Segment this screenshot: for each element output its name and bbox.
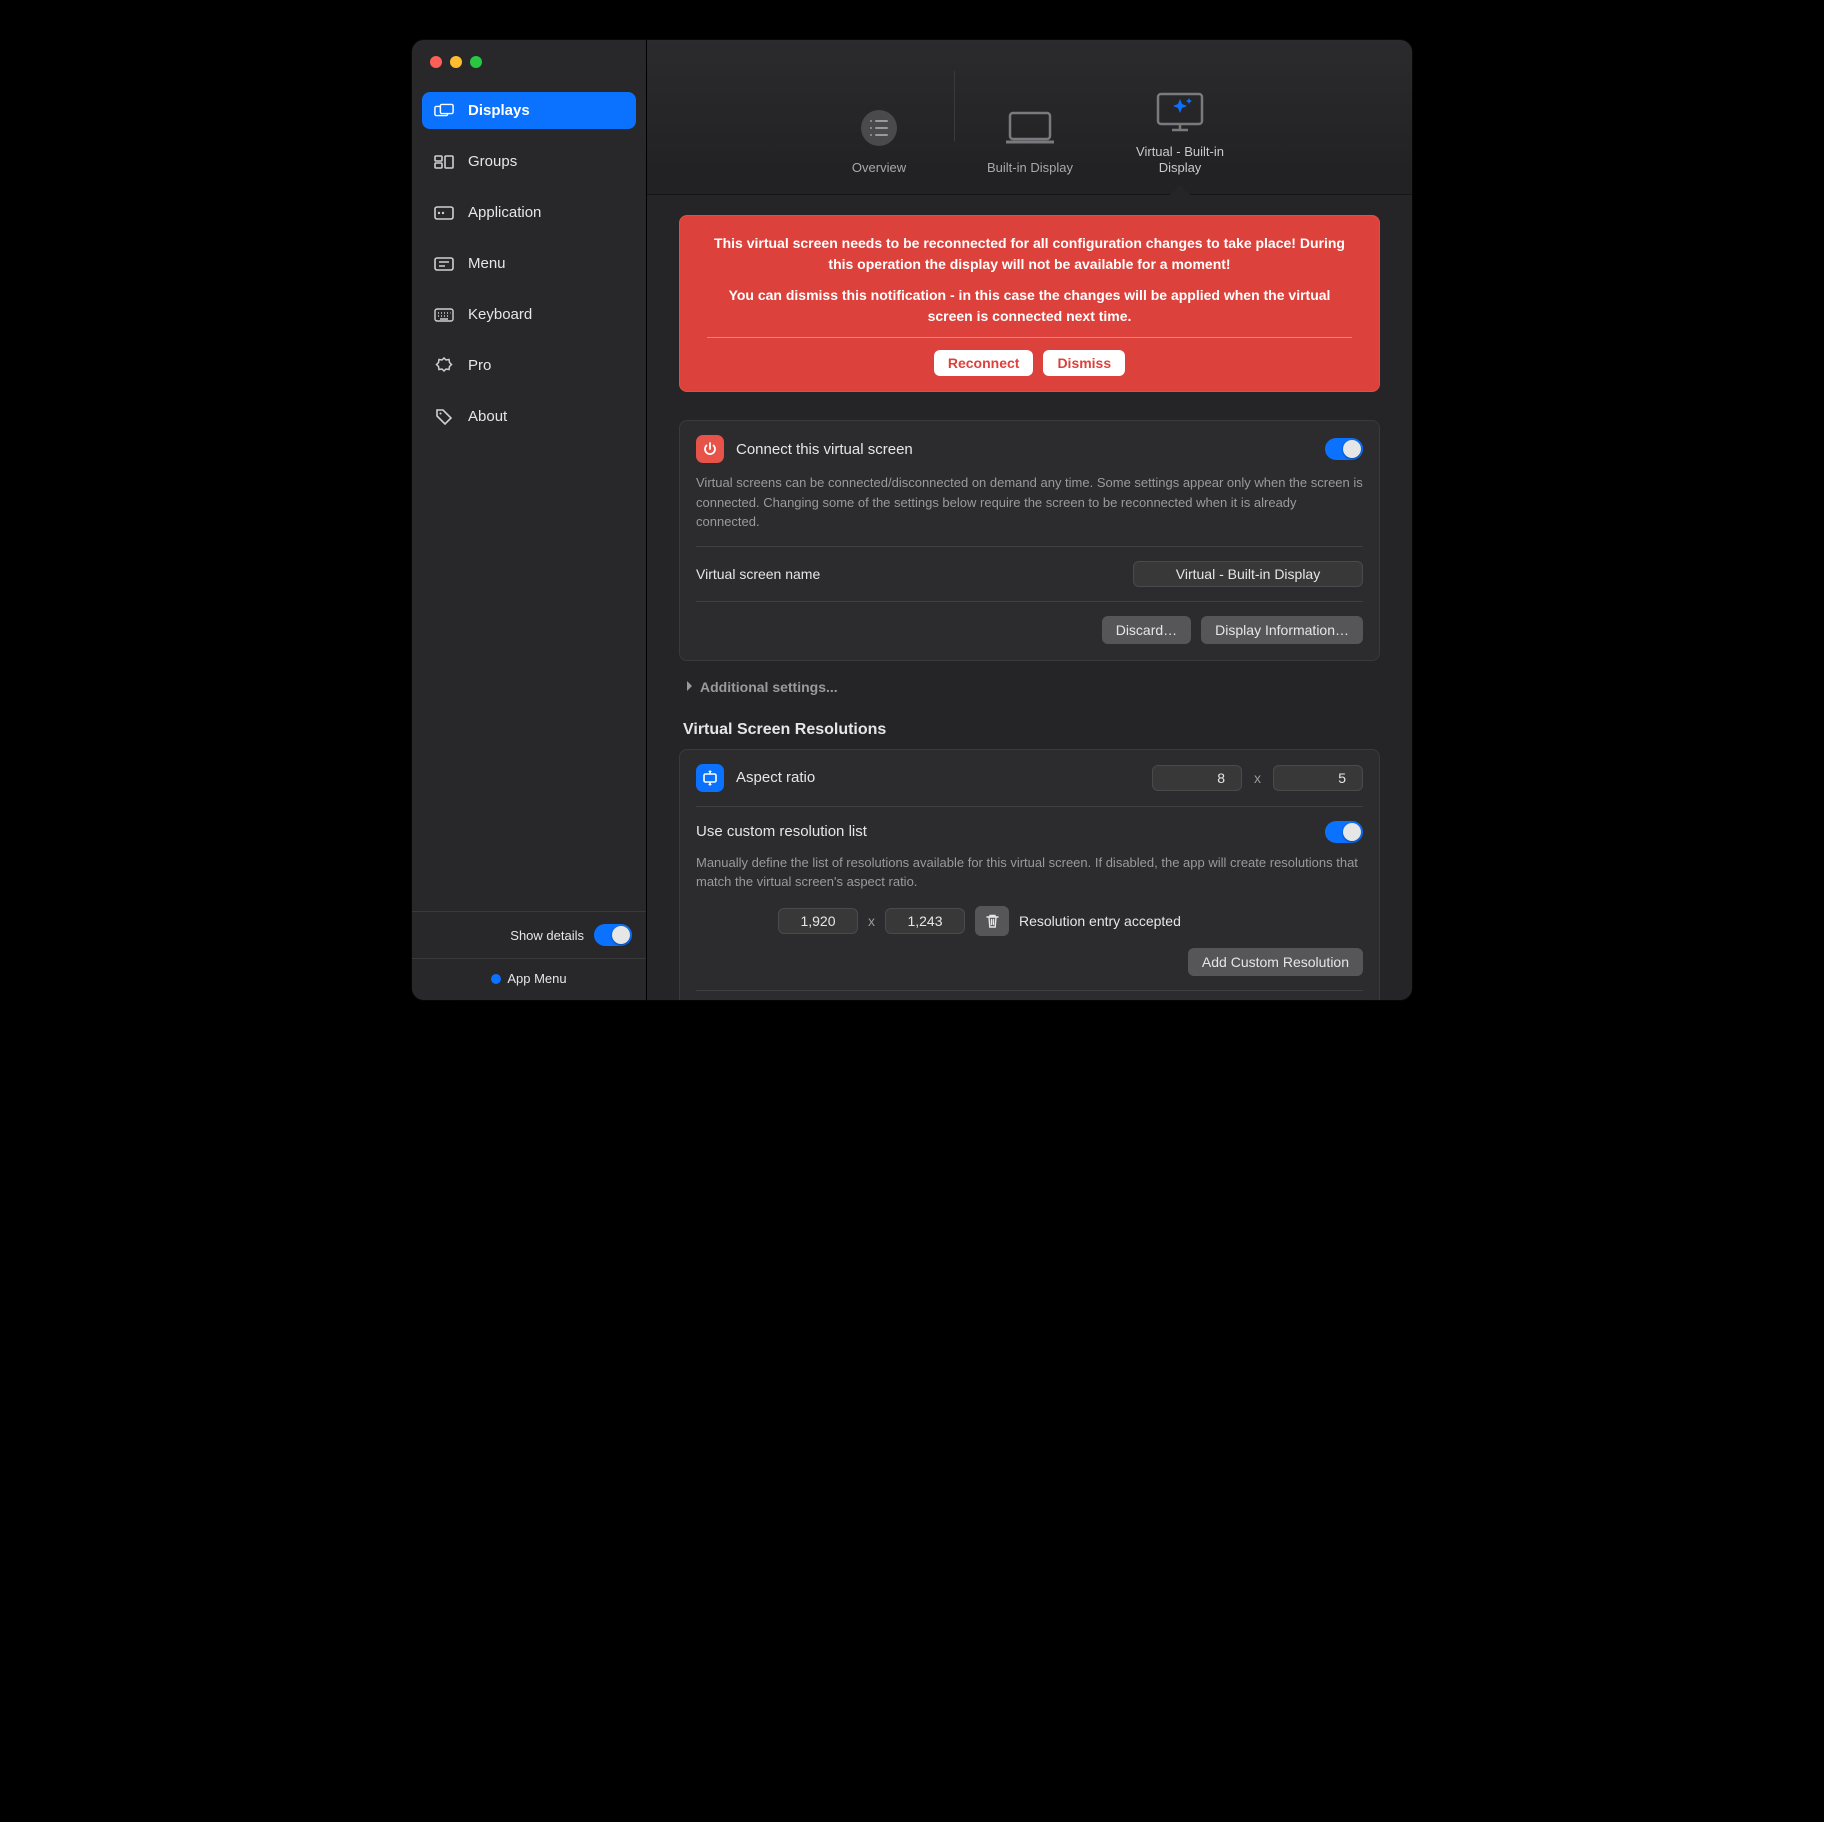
- minimize-window-button[interactable]: [450, 56, 462, 68]
- resolution-width-input[interactable]: [778, 908, 858, 934]
- tab-label: Built-in Display: [987, 160, 1073, 176]
- window-controls: [412, 40, 646, 88]
- sidebar-item-menu[interactable]: Menu: [422, 245, 636, 282]
- app-window: Displays Groups Application Menu: [412, 40, 1412, 1000]
- app-menu-label: App Menu: [507, 971, 566, 986]
- divider: [696, 546, 1363, 547]
- resolution-height-input[interactable]: [885, 908, 965, 934]
- keyboard-icon: [434, 307, 454, 323]
- groups-icon: [434, 154, 454, 170]
- connect-card: Connect this virtual screen Virtual scre…: [679, 420, 1380, 661]
- pro-icon: [434, 358, 454, 374]
- active-tab-pointer: [1170, 185, 1190, 195]
- discard-button[interactable]: Discard…: [1102, 616, 1191, 644]
- virtual-display-icon: [1152, 88, 1208, 136]
- tab-builtin-display[interactable]: Built-in Display: [955, 104, 1105, 194]
- banner-divider: [707, 337, 1352, 338]
- sidebar-item-about[interactable]: About: [422, 398, 636, 435]
- content-area: This virtual screen needs to be reconnec…: [647, 195, 1412, 1000]
- divider: [696, 990, 1363, 991]
- display-info-button[interactable]: Display Information…: [1201, 616, 1363, 644]
- aspect-width-input[interactable]: [1152, 765, 1242, 791]
- divider: [696, 806, 1363, 807]
- sidebar-item-label: Groups: [468, 153, 517, 170]
- tab-label: Overview: [852, 160, 906, 176]
- sidebar: Displays Groups Application Menu: [412, 40, 647, 1000]
- overview-icon: [851, 104, 907, 152]
- additional-settings-label: Additional settings...: [700, 679, 838, 695]
- sidebar-footer: Show details App Menu: [412, 911, 646, 1000]
- sidebar-item-label: About: [468, 408, 507, 425]
- connect-help: Virtual screens can be connected/disconn…: [696, 473, 1363, 532]
- add-resolution-button[interactable]: Add Custom Resolution: [1188, 948, 1363, 976]
- sidebar-item-label: Displays: [468, 102, 530, 119]
- laptop-icon: [1002, 104, 1058, 152]
- show-details-toggle[interactable]: [594, 924, 632, 946]
- custom-list-toggle[interactable]: [1325, 821, 1363, 843]
- close-window-button[interactable]: [430, 56, 442, 68]
- custom-list-label: Use custom resolution list: [696, 823, 867, 840]
- sidebar-item-label: Keyboard: [468, 306, 532, 323]
- sidebar-nav: Displays Groups Application Menu: [412, 88, 646, 911]
- tab-overview[interactable]: Overview: [804, 104, 954, 194]
- x-separator: x: [868, 913, 875, 929]
- show-details-row: Show details: [412, 912, 646, 958]
- dismiss-button[interactable]: Dismiss: [1043, 350, 1125, 376]
- main-panel: Overview Built-in Display Virtual - Buil…: [647, 40, 1412, 1000]
- resolution-status: Resolution entry accepted: [1019, 913, 1181, 929]
- x-separator: x: [1254, 770, 1261, 786]
- maximize-window-button[interactable]: [470, 56, 482, 68]
- menu-icon: [434, 256, 454, 272]
- power-icon: [696, 435, 724, 463]
- show-details-label: Show details: [510, 928, 584, 943]
- reconnect-button[interactable]: Reconnect: [934, 350, 1034, 376]
- resolution-entry-row: x Resolution entry accepted: [696, 906, 1363, 936]
- sidebar-item-application[interactable]: Application: [422, 194, 636, 231]
- tag-icon: [434, 409, 454, 425]
- delete-resolution-button[interactable]: [975, 906, 1009, 936]
- custom-list-help: Manually define the list of resolutions …: [696, 853, 1363, 892]
- divider: [696, 601, 1363, 602]
- sidebar-item-label: Pro: [468, 357, 491, 374]
- aspect-height-input[interactable]: [1273, 765, 1363, 791]
- banner-text-2: You can dismiss this notification - in t…: [707, 285, 1352, 327]
- sidebar-item-groups[interactable]: Groups: [422, 143, 636, 180]
- chevron-right-icon: [685, 679, 694, 695]
- aspect-ratio-icon: [696, 764, 724, 792]
- reconnect-banner: This virtual screen needs to be reconnec…: [679, 215, 1380, 392]
- sidebar-item-label: Menu: [468, 255, 506, 272]
- app-menu-button[interactable]: App Menu: [412, 958, 646, 1000]
- displays-icon: [434, 103, 454, 119]
- sidebar-item-displays[interactable]: Displays: [422, 92, 636, 129]
- trash-icon: [985, 913, 1000, 929]
- connect-title: Connect this virtual screen: [736, 441, 913, 458]
- screen-name-label: Virtual screen name: [696, 566, 820, 582]
- sidebar-item-keyboard[interactable]: Keyboard: [422, 296, 636, 333]
- application-icon: [434, 205, 454, 221]
- app-menu-icon: [491, 974, 501, 984]
- tab-label: Virtual - Built-in Display: [1115, 144, 1245, 177]
- sidebar-item-label: Application: [468, 204, 541, 221]
- sidebar-item-pro[interactable]: Pro: [422, 347, 636, 384]
- resolutions-card: Aspect ratio x Use custom resolution lis…: [679, 749, 1380, 1001]
- tab-virtual-display[interactable]: Virtual - Built-in Display: [1105, 88, 1255, 195]
- banner-text-1: This virtual screen needs to be reconnec…: [707, 233, 1352, 275]
- display-tabs: Overview Built-in Display Virtual - Buil…: [647, 40, 1412, 195]
- connect-toggle[interactable]: [1325, 438, 1363, 460]
- additional-settings-toggle[interactable]: Additional settings...: [685, 679, 1380, 695]
- resolutions-heading: Virtual Screen Resolutions: [683, 721, 1380, 739]
- aspect-ratio-label: Aspect ratio: [736, 769, 815, 786]
- screen-name-input[interactable]: [1133, 561, 1363, 587]
